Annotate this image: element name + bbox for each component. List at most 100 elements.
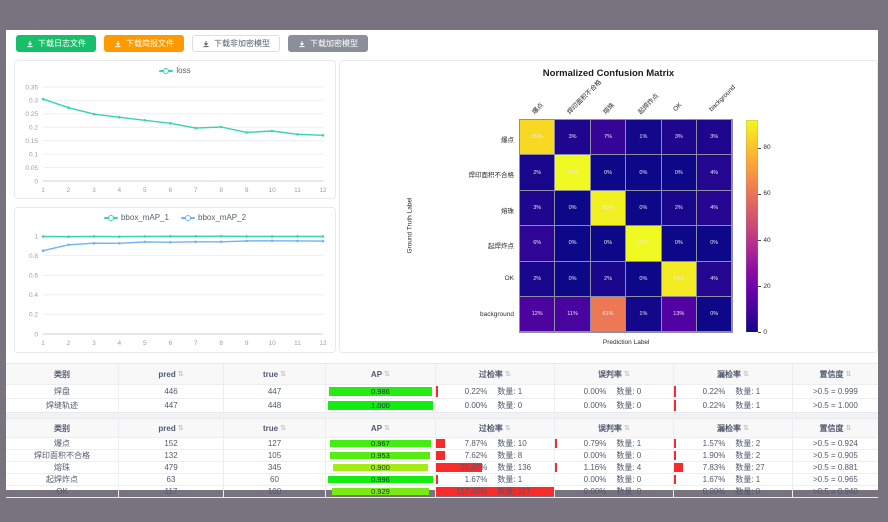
sort-caret-icon[interactable]: ⇅: [845, 424, 851, 432]
misjudge-rate-count: 数量: 0: [610, 486, 669, 497]
header-label: 误判率: [598, 423, 622, 434]
sort-caret-icon[interactable]: ⇅: [505, 424, 511, 432]
download-report-label: 下载简报文件: [126, 38, 174, 49]
table-row: OK1171000.929117.00%数量: 1170.00%数量: 00.0…: [6, 486, 878, 497]
sort-caret-icon[interactable]: ⇅: [743, 424, 749, 432]
matrix-row-label: 起焊炸点: [340, 240, 514, 250]
over-rate-percent: 1.67%: [439, 475, 491, 484]
matrix-cell: 93%: [555, 155, 589, 189]
table-header-cell-confidence[interactable]: 置信度⇅: [793, 419, 878, 437]
matrix-cell: 1%: [626, 297, 660, 331]
colorbar: [746, 120, 758, 332]
confusion-matrix-card: Normalized Confusion Matrix 85%3%7%1%3%3…: [339, 60, 878, 353]
download-encrypted-model-button[interactable]: 下载加密模型: [288, 35, 368, 52]
matrix-col-label: 起焊炸点: [635, 91, 660, 116]
table-header-cell-ap[interactable]: AP⇅: [326, 364, 436, 384]
matrix-cell-value: 6%: [533, 240, 541, 246]
table-header-cell-over-rate[interactable]: 过检率⇅: [436, 419, 555, 437]
matrix-cell-value: 2%: [533, 170, 541, 176]
table-header-cell-ap[interactable]: AP⇅: [326, 419, 436, 437]
cell-confidence: >0.5 = 0.940: [793, 486, 878, 497]
table-header-cell-miss-rate[interactable]: 漏检率⇅: [674, 419, 793, 437]
cell-over-rate: 1.67%数量: 1: [436, 474, 555, 485]
table-header-cell-true[interactable]: true⇅: [224, 364, 326, 384]
matrix-row-label: OK: [340, 275, 514, 282]
matrix-cell: 6%: [520, 226, 554, 260]
sort-caret-icon[interactable]: ⇅: [384, 370, 390, 378]
dashboard-page: 下载日志文件 下载简报文件 下载非加密模型 下载加密模型 loss 00.050…: [6, 30, 878, 490]
colorbar-tick: [758, 240, 761, 241]
table-header-cell-miss-rate[interactable]: 漏检率⇅: [674, 364, 793, 384]
cell-misjudge-rate: 0.00%数量: 0: [555, 385, 674, 398]
cell-confidence: >0.5 = 0.924: [793, 438, 878, 449]
download-log-button[interactable]: 下载日志文件: [16, 35, 96, 52]
sort-caret-icon[interactable]: ⇅: [624, 424, 630, 432]
legend-label: loss: [176, 66, 190, 75]
miss-rate-percent: 7.83%: [677, 463, 729, 472]
table-header-cell-misjudge-rate[interactable]: 误判率⇅: [555, 419, 674, 437]
svg-text:0.2: 0.2: [29, 125, 38, 132]
download-report-button[interactable]: 下载简报文件: [104, 35, 184, 52]
miss-rate-percent: 1.90%: [677, 451, 729, 460]
svg-text:1: 1: [41, 340, 45, 347]
matrix-cell-value: 11%: [567, 311, 578, 317]
sort-caret-icon[interactable]: ⇅: [624, 370, 630, 378]
legend-label: bbox_mAP_2: [198, 213, 246, 222]
svg-text:0: 0: [34, 178, 38, 185]
table-header-cell-confidence[interactable]: 置信度⇅: [793, 364, 878, 384]
legend-marker-icon: [181, 214, 195, 222]
matrix-cell: 13%: [662, 297, 696, 331]
svg-text:0.1: 0.1: [29, 151, 38, 158]
header-label: 误判率: [598, 369, 622, 380]
matrix-cell-value: 2%: [533, 276, 541, 282]
cell-category: 焊印面积不合格: [6, 450, 119, 461]
matrix-cell: 4%: [697, 191, 731, 225]
sort-caret-icon[interactable]: ⇅: [280, 424, 286, 432]
loss-line-chart: 00.050.10.150.20.250.30.3512345678910111…: [15, 61, 337, 200]
misjudge-rate-count: 数量: 0: [610, 386, 669, 397]
header-label: 置信度: [819, 423, 843, 434]
sort-caret-icon[interactable]: ⇅: [505, 370, 511, 378]
over-rate-percent: 7.62%: [439, 451, 491, 460]
table-header-cell-true[interactable]: true⇅: [224, 419, 326, 437]
svg-text:0.25: 0.25: [25, 111, 38, 118]
legend-item-loss[interactable]: loss: [159, 66, 190, 75]
miss-rate-count: 数量: 27: [729, 462, 788, 473]
matrix-cell: 0%: [555, 226, 589, 260]
download-unencrypted-model-button[interactable]: 下载非加密模型: [192, 35, 280, 52]
svg-text:12: 12: [319, 340, 327, 347]
bbox-map-line-chart: 00.20.40.60.81123456789101112: [15, 208, 337, 354]
matrix-cell: 0%: [626, 155, 660, 189]
sort-caret-icon[interactable]: ⇅: [280, 370, 286, 378]
legend-item-bbox_mAP_1[interactable]: bbox_mAP_1: [104, 213, 169, 222]
sort-caret-icon[interactable]: ⇅: [178, 370, 184, 378]
legend-item-bbox_mAP_2[interactable]: bbox_mAP_2: [181, 213, 246, 222]
table-header-cell-over-rate[interactable]: 过检率⇅: [436, 364, 555, 384]
matrix-cell: 90%: [591, 191, 625, 225]
svg-text:2: 2: [67, 340, 71, 347]
over-rate-count: 数量: 8: [491, 450, 550, 461]
matrix-cell: 4%: [697, 262, 731, 296]
svg-text:11: 11: [294, 340, 301, 347]
matrix-col-label: background: [708, 84, 737, 113]
sort-caret-icon[interactable]: ⇅: [384, 424, 390, 432]
sort-caret-icon[interactable]: ⇅: [178, 424, 184, 432]
matrix-cell: 4%: [697, 155, 731, 189]
matrix-row-label: 焊印面积不合格: [340, 169, 514, 179]
legend-label: bbox_mAP_1: [121, 213, 169, 222]
miss-rate-bar: [674, 475, 676, 484]
cell-over-rate: 117.00%数量: 117: [436, 486, 555, 497]
ap-value-bar: 0.953: [330, 452, 430, 459]
matrix-cell: 0%: [555, 191, 589, 225]
sort-caret-icon[interactable]: ⇅: [845, 370, 851, 378]
table-header-cell-pred[interactable]: pred⇅: [119, 419, 224, 437]
misjudge-rate-percent: 0.00%: [558, 487, 610, 496]
miss-rate-percent: 1.57%: [677, 439, 729, 448]
over-rate-percent: 117.00%: [439, 487, 491, 496]
matrix-cell: 0%: [626, 191, 660, 225]
table-header-cell-misjudge-rate[interactable]: 误判率⇅: [555, 364, 674, 384]
matrix-cell-value: 61%: [602, 311, 613, 317]
misjudge-rate-percent: 0.00%: [558, 401, 610, 410]
sort-caret-icon[interactable]: ⇅: [743, 370, 749, 378]
table-header-cell-pred[interactable]: pred⇅: [119, 364, 224, 384]
